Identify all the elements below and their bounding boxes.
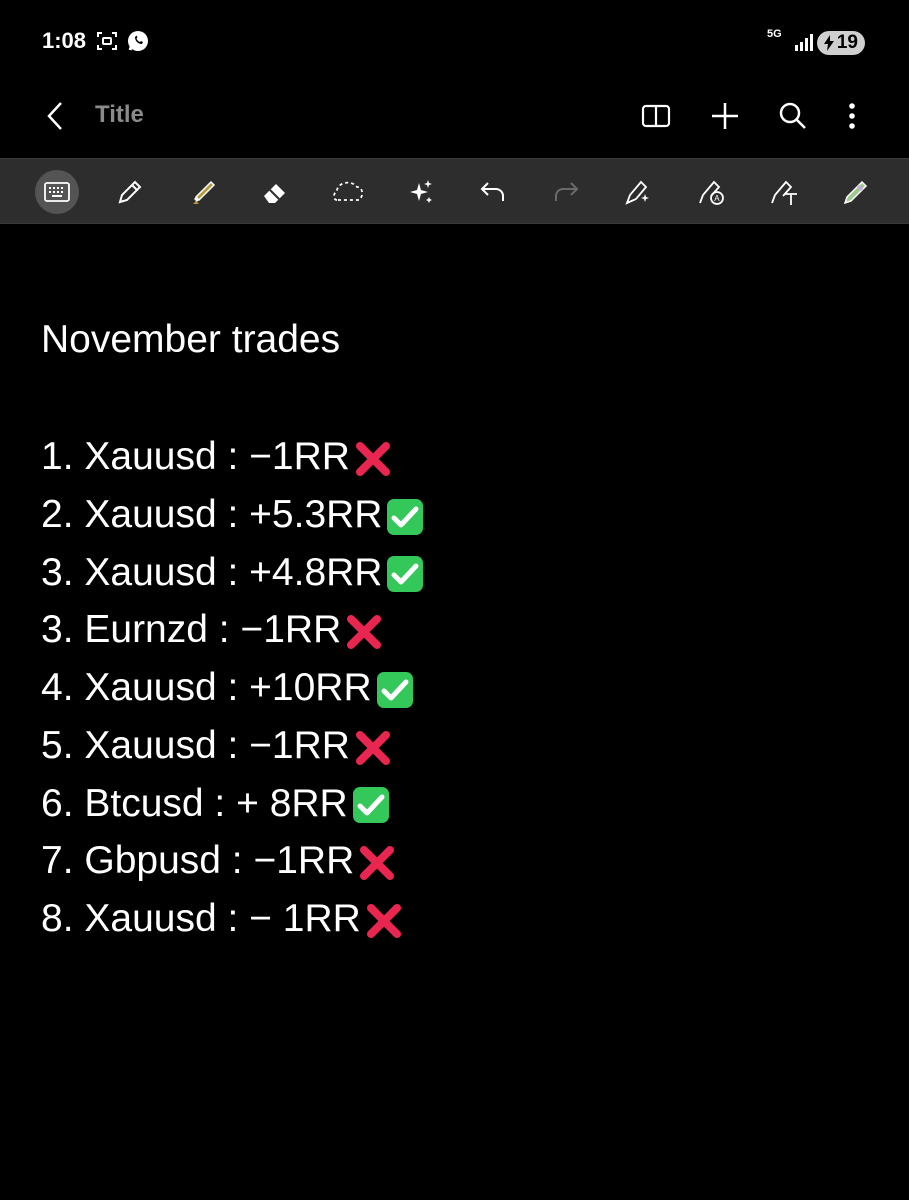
check-mark-icon bbox=[385, 553, 425, 593]
pen-text-icon bbox=[771, 180, 797, 205]
cross-mark-icon bbox=[353, 438, 393, 478]
screenshot-icon bbox=[95, 29, 119, 58]
trade-item: 7. Gbpusd : −1RR bbox=[41, 832, 425, 890]
note-heading[interactable]: November trades bbox=[41, 318, 340, 362]
more-options-button[interactable] bbox=[832, 96, 872, 136]
check-mark-icon bbox=[385, 496, 425, 536]
rainbow-pen-icon bbox=[843, 180, 868, 205]
pen-icon bbox=[118, 180, 142, 204]
lasso-tool-button[interactable] bbox=[326, 170, 370, 214]
svg-text:A: A bbox=[714, 194, 720, 203]
book-icon bbox=[641, 104, 671, 128]
redo-button bbox=[544, 170, 588, 214]
add-button[interactable] bbox=[705, 96, 745, 136]
whatsapp-icon bbox=[126, 29, 150, 58]
shape-recognition-button[interactable] bbox=[617, 170, 661, 214]
trade-item: 6. Btcusd : + 8RR bbox=[41, 775, 425, 833]
trade-item: 4. Xauusd : +10RR bbox=[41, 659, 425, 717]
undo-icon bbox=[480, 182, 504, 201]
trade-list[interactable]: 1. Xauusd : −1RR 2. Xauusd : +5.3RR 3. X… bbox=[41, 428, 425, 948]
sparkle-icon bbox=[410, 180, 432, 203]
ai-assist-button[interactable] bbox=[399, 170, 443, 214]
book-view-button[interactable] bbox=[636, 96, 676, 136]
battery-level: 19 bbox=[836, 32, 858, 53]
keyboard-tool-button[interactable] bbox=[35, 170, 79, 214]
cross-mark-icon bbox=[353, 727, 393, 767]
cross-mark-icon bbox=[357, 842, 397, 882]
back-icon bbox=[47, 102, 62, 130]
more-icon bbox=[849, 103, 855, 129]
eraser-tool-button[interactable] bbox=[253, 170, 297, 214]
trade-item: 3. Xauusd : +4.8RR bbox=[41, 544, 425, 602]
trade-item: 8. Xauusd : − 1RR bbox=[41, 890, 425, 948]
handwriting-to-text-button[interactable]: A bbox=[690, 170, 734, 214]
keyboard-icon bbox=[44, 182, 70, 202]
drawing-toolbar: A bbox=[0, 158, 909, 224]
highlighter-tool-button[interactable] bbox=[181, 170, 225, 214]
note-title-field[interactable]: Title bbox=[95, 101, 144, 129]
pen-settings-button[interactable] bbox=[834, 170, 878, 214]
text-recognition-button[interactable] bbox=[762, 170, 806, 214]
trade-item: 5. Xauusd : −1RR bbox=[41, 717, 425, 775]
search-button[interactable] bbox=[773, 96, 813, 136]
redo-icon bbox=[555, 182, 579, 201]
signal-icon bbox=[794, 32, 814, 57]
check-mark-icon bbox=[375, 669, 415, 709]
trade-item: 2. Xauusd : +5.3RR bbox=[41, 486, 425, 544]
lasso-selection-icon bbox=[333, 181, 364, 201]
battery-icon: 19 bbox=[817, 31, 865, 55]
search-icon bbox=[779, 102, 806, 129]
pen-tool-button[interactable] bbox=[108, 170, 152, 214]
network-type: 5G bbox=[767, 28, 782, 40]
undo-button[interactable] bbox=[471, 170, 515, 214]
check-mark-icon bbox=[351, 784, 391, 824]
trade-item: 3. Eurnzd : −1RR bbox=[41, 601, 425, 659]
eraser-icon bbox=[264, 184, 285, 203]
cross-mark-icon bbox=[344, 611, 384, 651]
status-bar: 1:08 5G 19 bbox=[0, 0, 909, 88]
trade-item: 1. Xauusd : −1RR bbox=[41, 428, 425, 486]
pen-sparkle-icon bbox=[625, 180, 649, 205]
status-time: 1:08 bbox=[42, 28, 87, 53]
cross-mark-icon bbox=[364, 900, 404, 940]
add-icon bbox=[712, 103, 738, 129]
pen-convert-icon: A bbox=[699, 180, 724, 205]
back-button[interactable] bbox=[36, 96, 76, 136]
highlighter-icon bbox=[193, 180, 216, 204]
